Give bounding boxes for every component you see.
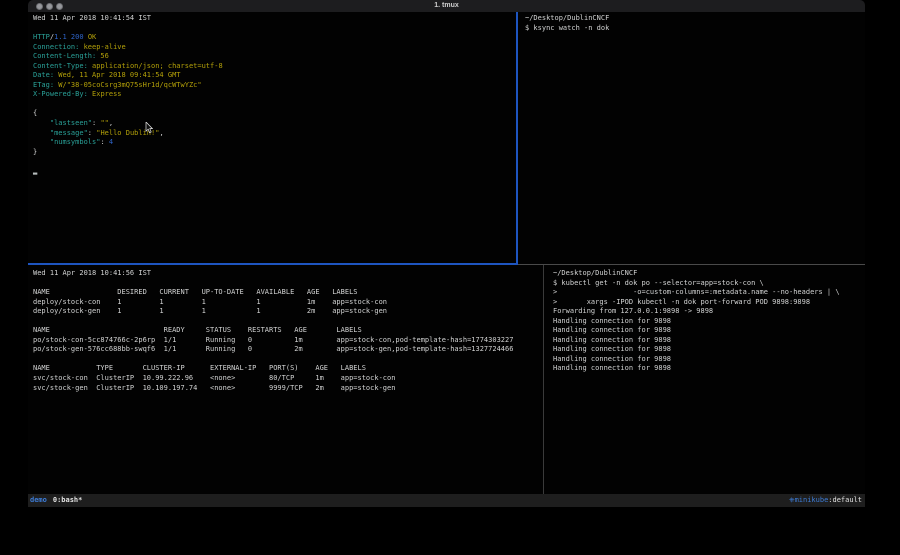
pane-divider-horizontal-left[interactable] [28, 263, 518, 265]
terminal-line: Handling connection for 9898 [553, 355, 865, 365]
terminal-line: X-Powered-By: Express [33, 90, 516, 100]
pane-top-left-http-response[interactable]: Wed 11 Apr 2018 10:41:54 IST HTTP/1.1 200… [28, 12, 516, 263]
terminal-line: "lastseen": "", [33, 119, 516, 129]
status-left: demo 0:bash* [30, 494, 82, 507]
terminal-line: HTTP/1.1 200 OK [33, 33, 516, 43]
terminal-line: deploy/stock-gen 1 1 1 1 2m app=stock-ge… [33, 307, 543, 317]
session-name: demo [30, 496, 47, 504]
terminal-line: po/stock-con-5cc874766c-2p6rp 1/1 Runnin… [33, 336, 543, 346]
terminal-line: ~/Desktop/DublinCNCF [553, 269, 865, 279]
terminal-line [33, 100, 516, 110]
pane-top-right-ksync[interactable]: ~/Desktop/DublinCNCF$ ksync watch -n dok [520, 12, 865, 263]
window-tab-bash[interactable]: 0:bash* [53, 496, 83, 504]
pane-divider-vertical-bottom[interactable] [543, 265, 544, 494]
window-titlebar[interactable]: 1. tmux [28, 0, 865, 12]
pane-bottom-right-port-forward[interactable]: ~/Desktop/DublinCNCF$ kubectl get -n dok… [548, 265, 865, 494]
terminal-line: NAME DESIRED CURRENT UP-TO-DATE AVAILABL… [33, 288, 543, 298]
terminal-line: Handling connection for 9898 [553, 345, 865, 355]
terminal-line: Handling connection for 9898 [553, 317, 865, 327]
terminal-line: } [33, 148, 516, 158]
terminal-line: > -o=custom-columns=:metadata.name --no-… [553, 288, 865, 298]
terminal-line [33, 157, 516, 167]
tmux-status-bar: demo 0:bash* ⎈minikube:default [28, 494, 865, 507]
pane-divider-vertical-top[interactable] [516, 12, 518, 265]
terminal-line: deploy/stock-con 1 1 1 1 1m app=stock-co… [33, 298, 543, 308]
terminal-line: > xargs -IPOD kubectl -n dok port-forwar… [553, 298, 865, 308]
terminal-line: svc/stock-gen ClusterIP 10.109.197.74 <n… [33, 384, 543, 394]
terminal-line: NAME TYPE CLUSTER-IP EXTERNAL-IP PORT(S)… [33, 364, 543, 374]
terminal-line: svc/stock-con ClusterIP 10.99.222.96 <no… [33, 374, 543, 384]
pane-bottom-left-kubectl-get[interactable]: Wed 11 Apr 2018 10:41:56 IST NAME DESIRED… [28, 265, 543, 494]
terminal-line [33, 317, 543, 327]
terminal-line: Date: Wed, 11 Apr 2018 09:41:54 GMT [33, 71, 516, 81]
terminal-line: NAME READY STATUS RESTARTS AGE LABELS [33, 326, 543, 336]
mouse-cursor-icon [145, 122, 153, 134]
terminal-line: Forwarding from 127.0.0.1:9898 -> 9898 [553, 307, 865, 317]
kube-namespace: :default [828, 496, 862, 504]
terminal-line [33, 355, 543, 365]
status-right: ⎈minikube:default [789, 494, 862, 507]
terminal-line: Handling connection for 9898 [553, 326, 865, 336]
terminal-line: po/stock-gen-576cc688bb-swqf6 1/1 Runnin… [33, 345, 543, 355]
terminal-line: Content-Type: application/json; charset=… [33, 62, 516, 72]
terminal-line: ETag: W/"38-05coCsrg3mQ75sHr1d/qcWTwYZc" [33, 81, 516, 91]
terminal-line: $ kubectl get -n dok po --selector=app=s… [553, 279, 865, 289]
window-title: 1. tmux [28, 2, 865, 9]
terminal-line: Wed 11 Apr 2018 10:41:54 IST [33, 14, 516, 24]
terminal-line: Handling connection for 9898 [553, 364, 865, 374]
terminal-window: 1. tmux Wed 11 Apr 2018 10:41:54 IST HTTP… [28, 0, 865, 507]
terminal-line: ~/Desktop/DublinCNCF [525, 14, 865, 24]
terminal-line: ▂ [33, 167, 516, 177]
pane-divider-horizontal-right[interactable] [518, 264, 865, 265]
terminal-line: Connection: keep-alive [33, 43, 516, 53]
terminal-line: Wed 11 Apr 2018 10:41:56 IST [33, 269, 543, 279]
kube-context: minikube [795, 496, 829, 504]
terminal-line: Handling connection for 9898 [553, 336, 865, 346]
terminal-line: Content-Length: 56 [33, 52, 516, 62]
terminal-line: { [33, 109, 516, 119]
terminal-line: "message": "Hello Dublin!", [33, 129, 516, 139]
terminal-line [33, 24, 516, 34]
terminal-line [33, 279, 543, 289]
terminal-line: $ ksync watch -n dok [525, 24, 865, 34]
terminal-line: "numsymbols": 4 [33, 138, 516, 148]
